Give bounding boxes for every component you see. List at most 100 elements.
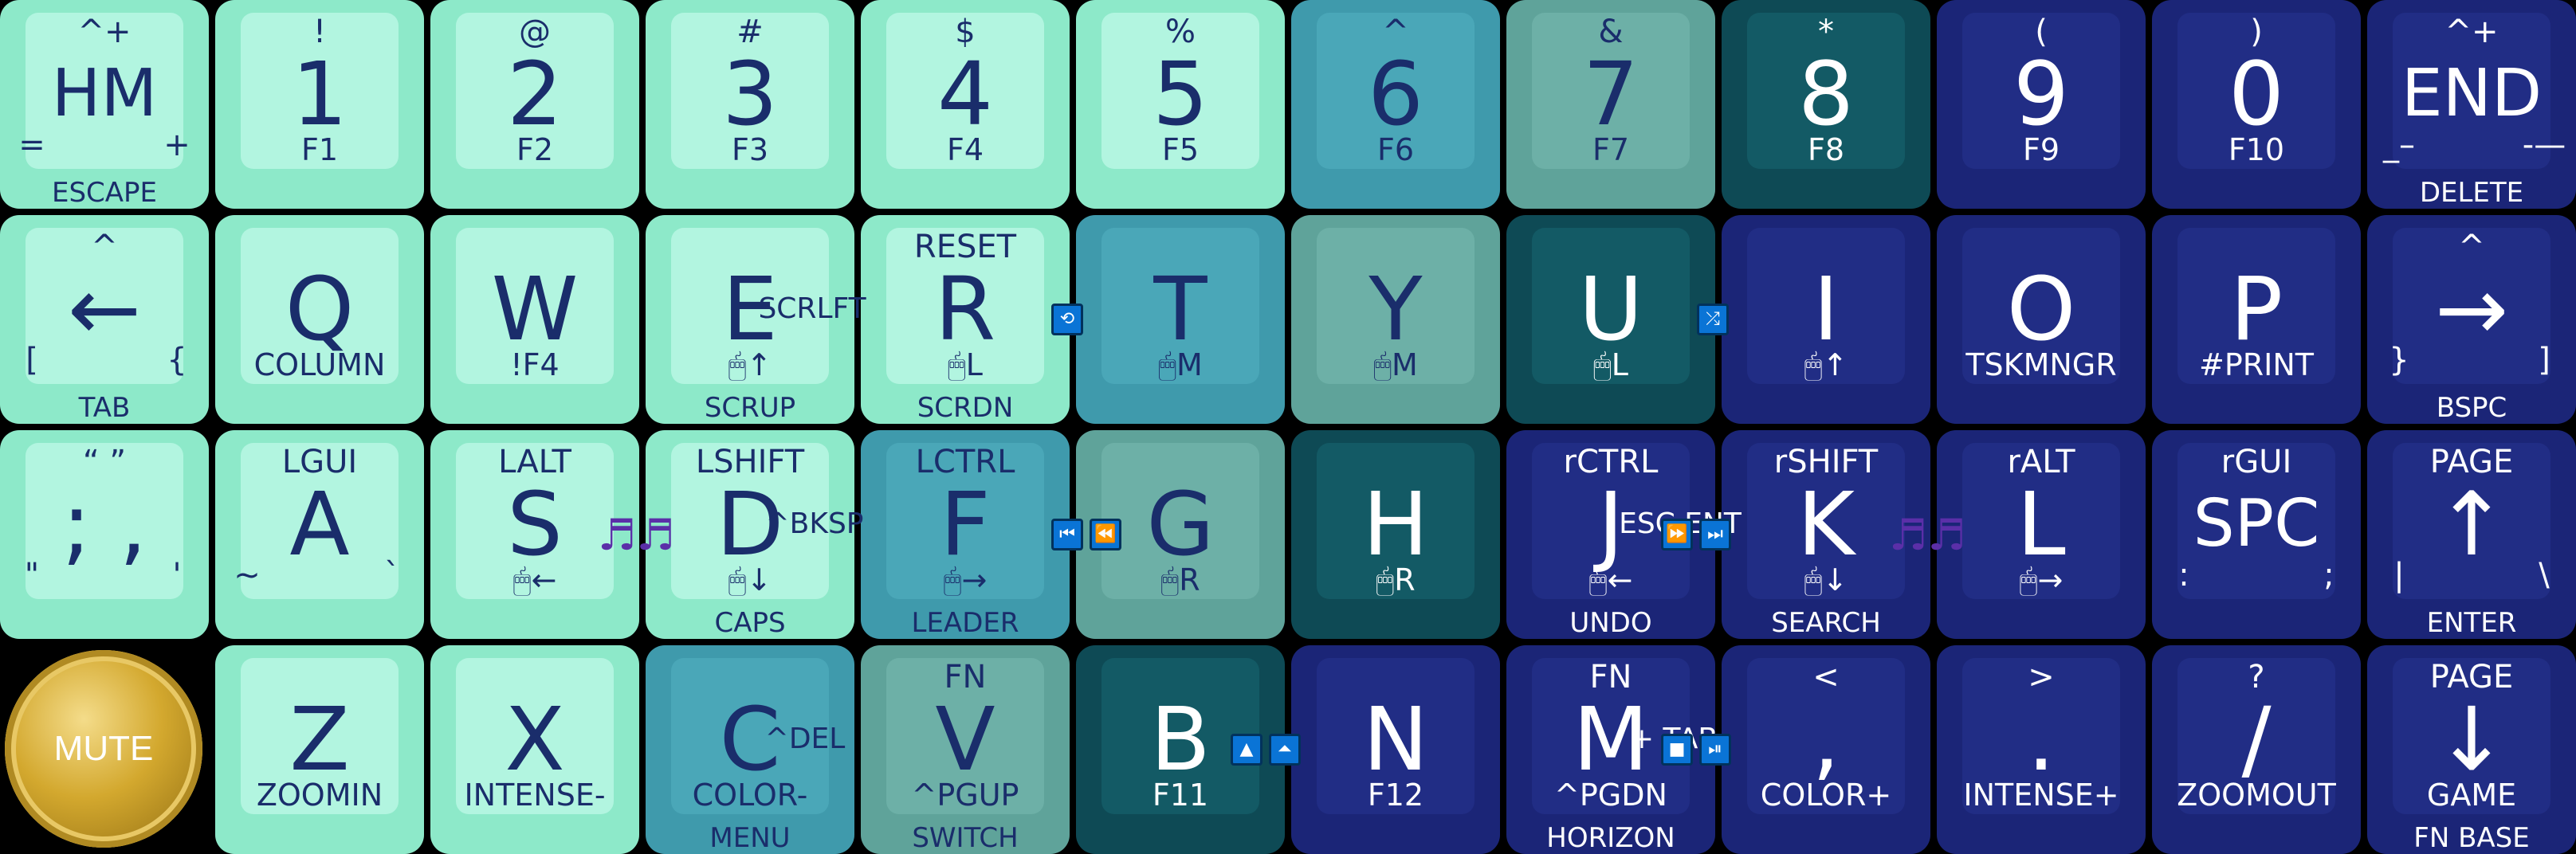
key-secondary-label: 🖱L	[1593, 347, 1628, 382]
key-main-label: G	[1146, 473, 1215, 575]
key-n[interactable]: N F12	[1291, 645, 1500, 854]
key-f[interactable]: F LCTRL 🖱→ LEADER	[861, 430, 1070, 639]
key-v[interactable]: V FN ^PGUP SWITCH	[861, 645, 1070, 854]
key-corner-right-label: -—	[2522, 127, 2566, 163]
key-main-label: O	[2006, 258, 2076, 360]
key-layer-label: TAB	[78, 392, 131, 424]
key-corner-left-label: "	[24, 557, 40, 593]
key-main-label: /	[2241, 688, 2272, 790]
key-shift-label: rALT	[2007, 444, 2075, 480]
key-x[interactable]: ← ^ TAB [{	[0, 215, 209, 424]
media-badge-icon: ⏮	[1051, 519, 1083, 550]
key-layer-label: LEADER	[911, 607, 1019, 639]
key-secondary-label: 🖱R	[1160, 562, 1200, 597]
key-x[interactable]: , < COLOR+	[1722, 645, 1930, 854]
key-main-label: T	[1153, 258, 1208, 360]
key-x[interactable]: ↑ PAGE ENTER | \	[2367, 430, 2576, 639]
key-shift-label: <	[1812, 659, 1840, 695]
key-main-label: SPC	[2193, 486, 2320, 562]
key-layer-label: HORIZON	[1546, 822, 1675, 854]
key-main-label: B	[1150, 688, 1211, 790]
key-main-label: ↓	[2434, 688, 2509, 790]
key-4[interactable]: 4 $ F4	[861, 0, 1070, 209]
key-9[interactable]: 9( F9	[1937, 0, 2146, 209]
key-corner-left-label: _–	[2383, 127, 2415, 163]
key-8[interactable]: 8 * F8	[1722, 0, 1930, 209]
key-t[interactable]: T 🖱M	[1076, 215, 1285, 424]
key-shift-label: ^+	[2444, 14, 2499, 50]
key-main-label: 9	[2013, 43, 2069, 145]
key-secondary-label: F6	[1376, 132, 1415, 167]
key-layer-label: DELETE	[2419, 177, 2524, 209]
key-r[interactable]: R RESET 🖱L SCRDN	[861, 215, 1070, 424]
key-p[interactable]: P #PRINT	[2152, 215, 2361, 424]
key-7[interactable]: 7 & F7	[1506, 0, 1715, 209]
key-5[interactable]: 5% F5	[1076, 0, 1285, 209]
key-secondary-label: F2	[516, 132, 554, 167]
key-layer-label: MENU	[709, 822, 791, 854]
key-secondary-label: F4	[946, 132, 984, 167]
mute-knob[interactable]: MUTE	[5, 650, 202, 848]
key-hm[interactable]: HM ^+ ESCAPE = +	[0, 0, 209, 209]
key-secondary-label: INTENSE+	[1963, 778, 2119, 813]
key-6[interactable]: 6 ^ F6	[1291, 0, 1500, 209]
key-shift-label: >	[2028, 659, 2055, 695]
media-badge-icon: ⏭	[1699, 519, 1731, 550]
key-secondary-label: 🖱←	[1588, 562, 1633, 597]
key-shift-label: LSHIFT	[695, 444, 805, 480]
media-badge-icon: ⤮	[1697, 304, 1729, 335]
key-shift-label: !	[312, 14, 327, 50]
key-h[interactable]: H 🖱R	[1291, 430, 1500, 639]
key-w[interactable]: W !F4	[430, 215, 639, 424]
key-x[interactable]: ↓ PAGE GAME FN BASE	[2367, 645, 2576, 854]
key-x[interactable]: X INTENSE-	[430, 645, 639, 854]
media-badge-icon: ▲	[1231, 734, 1262, 766]
key-z[interactable]: Z ZOOMIN	[215, 645, 424, 854]
key-o[interactable]: O TSKMNGR	[1937, 215, 2146, 424]
key-l[interactable]: LrALT 🖱→	[1937, 430, 2146, 639]
key-shift-label: RESET	[913, 229, 1017, 265]
key-x[interactable]: /? ZOOMOUT	[2152, 645, 2361, 854]
key-end[interactable]: END ^+ DELETE _– -—	[2367, 0, 2576, 209]
key-corner-left-label: :	[2178, 557, 2189, 593]
key-shift-label: (	[2035, 14, 2048, 50]
key-secondary-label: ZOOMIN	[256, 778, 383, 813]
key-u[interactable]: U 🖱L	[1506, 215, 1715, 424]
media-badge-icon: ⏩	[1661, 519, 1693, 550]
key-q[interactable]: Q COLUMN	[215, 215, 424, 424]
key-corner-left-label: |	[2393, 557, 2405, 593]
key-main-label: Y	[1368, 258, 1423, 360]
key-layer-label: SCRDN	[917, 392, 1014, 424]
key-xxx[interactable]: ; , “ ” " '	[0, 430, 209, 639]
key-1[interactable]: 1! F1	[215, 0, 424, 209]
key-layer-label: UNDO	[1569, 607, 1652, 639]
key-corner-right-label: +	[163, 127, 190, 163]
key-main-label: I	[1812, 258, 1840, 360]
key-0[interactable]: 0) F10	[2152, 0, 2361, 209]
key-spc[interactable]: SPC rGUI:;	[2152, 430, 2361, 639]
key-2[interactable]: 2 @ F2	[430, 0, 639, 209]
key-main-label: ←	[67, 258, 142, 360]
key-a[interactable]: A LGUI ~ `	[215, 430, 424, 639]
key-secondary-label: COLOR-	[692, 778, 808, 813]
key-y[interactable]: Y 🖱M	[1291, 215, 1500, 424]
key-3[interactable]: 3 # F3	[646, 0, 854, 209]
key-corner-right-label: '	[172, 557, 182, 593]
key-secondary-label: F9	[2022, 132, 2060, 167]
key-main-label: 5	[1153, 43, 1208, 145]
key-secondary-label: TSKMNGR	[1965, 347, 2117, 382]
key-x[interactable]: . > INTENSE+	[1937, 645, 2146, 854]
key-secondary-label: F12	[1367, 778, 1424, 813]
key-secondary-label: 🖱→	[2019, 562, 2064, 597]
key-corner-left-label: =	[18, 127, 45, 163]
key-secondary-label: F11	[1152, 778, 1209, 813]
key-x[interactable]: → ^ BSPC}]	[2367, 215, 2576, 424]
key-shift-label: ^	[91, 229, 118, 265]
key-secondary-label: 🖱R	[1376, 562, 1416, 597]
key-shift-label: $	[955, 14, 976, 50]
key-main-label: 4	[937, 43, 993, 145]
key-i[interactable]: I 🖱↑	[1722, 215, 1930, 424]
key-secondary-label: F10	[2228, 132, 2285, 167]
key-layer-label: BSPC	[2436, 392, 2507, 424]
key-corner-right-label: `	[384, 557, 400, 593]
